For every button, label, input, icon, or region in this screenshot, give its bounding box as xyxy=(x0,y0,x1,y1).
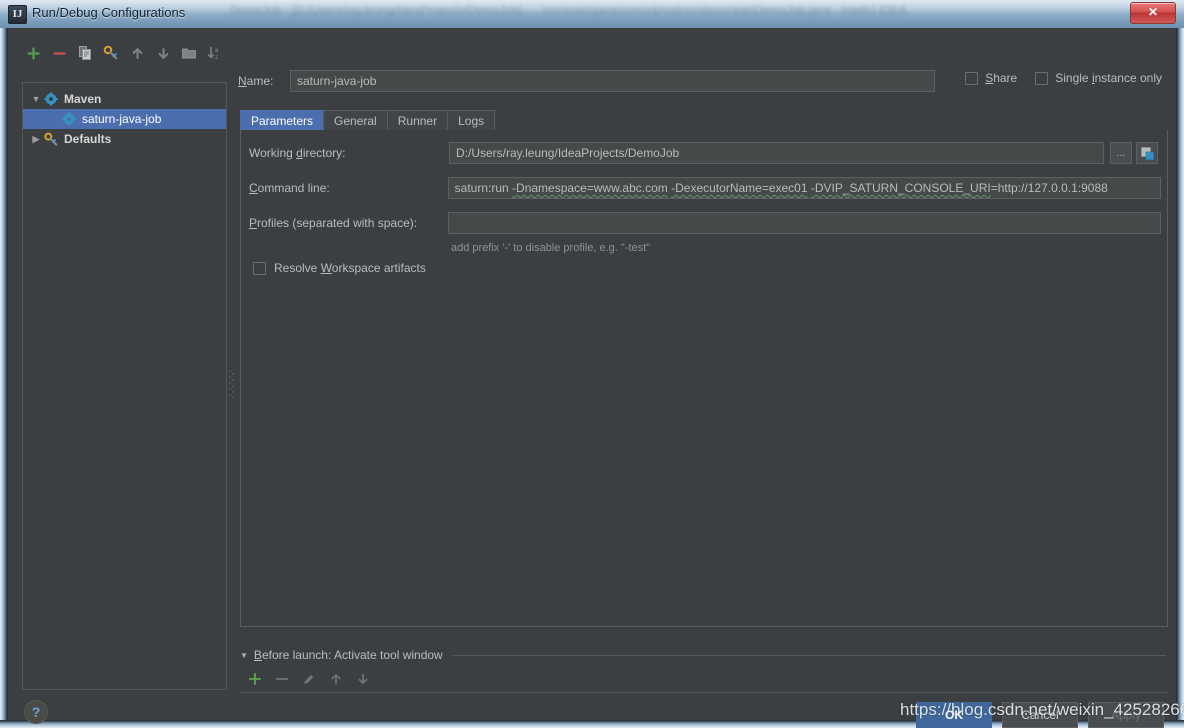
expand-collapse-icon[interactable]: ▶ xyxy=(29,132,43,146)
tab-bar: Parameters General Runner Logs xyxy=(240,108,1168,131)
move-down-button[interactable] xyxy=(152,42,174,64)
tree-node-defaults[interactable]: ▶ Defaults xyxy=(23,129,226,149)
checkbox-box[interactable] xyxy=(965,71,979,85)
tab-runner[interactable]: Runner xyxy=(386,110,449,131)
name-label: Name: xyxy=(238,74,274,88)
before-launch-down-button xyxy=(352,668,374,690)
command-line-value: saturn:run -Dnamespace=www.abc.com -Dexe… xyxy=(454,181,1108,195)
resolve-workspace-artifacts-checkbox[interactable]: Resolve Workspace artifacts xyxy=(253,261,426,275)
tab-parameters[interactable]: Parameters xyxy=(240,110,325,131)
single-instance-only-label: Single instance only xyxy=(1055,71,1162,85)
profiles-hint: add prefix '-' to disable profile, e.g. … xyxy=(451,242,651,254)
working-directory-row: Working directory: ... xyxy=(249,142,1161,164)
before-launch-edit-button xyxy=(298,668,320,690)
top-checkbox-group: Share Single instance only xyxy=(965,71,1162,85)
tab-logs[interactable]: Logs xyxy=(447,110,496,131)
window-title: Run/Debug Configurations xyxy=(32,5,186,20)
parameters-panel: Working directory: ... Command line: sat… xyxy=(240,130,1168,627)
help-button[interactable]: ? xyxy=(24,700,48,724)
before-launch-header[interactable]: ▼ Before launch: Activate tool window xyxy=(240,645,1168,665)
working-directory-input[interactable] xyxy=(449,142,1104,164)
share-label: Share xyxy=(985,71,1018,85)
expand-collapse-icon[interactable]: ▼ xyxy=(29,92,43,106)
dialog-body: a z ▼ Maven saturn-java-job ▶ Defaults N… xyxy=(8,28,1176,728)
window-border-right xyxy=(1176,28,1184,728)
window-border-left xyxy=(0,28,8,728)
configurations-tree[interactable]: ▼ Maven saturn-java-job ▶ Defaults xyxy=(22,82,227,690)
save-configuration-button[interactable] xyxy=(100,42,122,64)
share-checkbox[interactable]: Share xyxy=(965,71,1017,85)
dialog-button-bar: OK Cancel Apply xyxy=(916,702,1164,728)
single-instance-only-checkbox[interactable]: Single instance only xyxy=(1035,71,1162,85)
before-launch-remove-button xyxy=(271,668,293,690)
insert-macro-icon[interactable] xyxy=(1136,142,1158,164)
apply-button: Apply xyxy=(1088,702,1164,728)
copy-configuration-button[interactable] xyxy=(74,42,96,64)
splitter-handle[interactable] xyxy=(229,370,235,398)
configurations-toolbar: a z xyxy=(22,40,227,66)
tree-node-saturn-java-job[interactable]: saturn-java-job xyxy=(23,109,226,129)
command-line-input[interactable]: saturn:run -Dnamespace=www.abc.com -Dexe… xyxy=(447,177,1161,199)
run-debug-configurations-dialog: DemoJob - [D:/Users/ray.leung/IdeaProjec… xyxy=(0,0,1184,728)
browse-directory-button[interactable]: ... xyxy=(1110,142,1132,164)
close-icon[interactable]: ✕ xyxy=(1130,2,1176,24)
before-launch-divider xyxy=(452,654,1166,656)
profiles-row: Profiles (separated with space): xyxy=(249,212,1161,234)
profiles-input[interactable] xyxy=(447,212,1161,234)
title-bar: DemoJob - [D:/Users/ray.leung/IdeaProjec… xyxy=(0,0,1184,28)
title-bar-ghost-text: DemoJob - [D:/Users/ray.leung/IdeaProjec… xyxy=(230,3,907,17)
before-launch-label: Before launch: Activate tool window xyxy=(253,648,443,662)
cancel-button[interactable]: Cancel xyxy=(1002,702,1078,728)
before-launch-up-button xyxy=(325,668,347,690)
working-directory-label: Working directory: xyxy=(249,146,346,160)
ok-button[interactable]: OK xyxy=(916,702,992,728)
tree-node-label: Defaults xyxy=(64,132,112,146)
command-line-label: Command line: xyxy=(249,181,330,195)
remove-configuration-button[interactable] xyxy=(48,42,70,64)
checkbox-box[interactable] xyxy=(253,261,266,275)
tree-node-label: Maven xyxy=(64,92,102,106)
defaults-key-icon xyxy=(43,131,59,147)
sort-button[interactable]: a z xyxy=(204,42,226,64)
chevron-down-icon[interactable]: ▼ xyxy=(240,651,248,660)
panel-splitter[interactable] xyxy=(228,82,236,690)
maven-gear-icon xyxy=(43,91,59,107)
app-icon: IJ xyxy=(8,5,27,24)
tree-node-maven[interactable]: ▼ Maven xyxy=(23,89,226,109)
tab-general[interactable]: General xyxy=(323,110,388,131)
maven-gear-icon xyxy=(61,111,77,127)
add-configuration-button[interactable] xyxy=(22,42,44,64)
resolve-workspace-artifacts-label: Resolve Workspace artifacts xyxy=(274,261,426,275)
checkbox-box[interactable] xyxy=(1035,71,1049,85)
before-launch-add-button[interactable] xyxy=(244,668,266,690)
move-up-button[interactable] xyxy=(126,42,148,64)
svg-text:z: z xyxy=(215,55,218,61)
command-line-row: Command line: saturn:run -Dnamespace=www… xyxy=(249,177,1161,199)
svg-text:a: a xyxy=(215,48,219,54)
before-launch-list xyxy=(240,692,1168,693)
create-folder-button[interactable] xyxy=(178,42,200,64)
profiles-label: Profiles (separated with space): xyxy=(249,216,418,230)
before-launch-toolbar xyxy=(244,668,444,690)
tree-node-label: saturn-java-job xyxy=(82,112,162,126)
name-input[interactable] xyxy=(290,70,935,92)
